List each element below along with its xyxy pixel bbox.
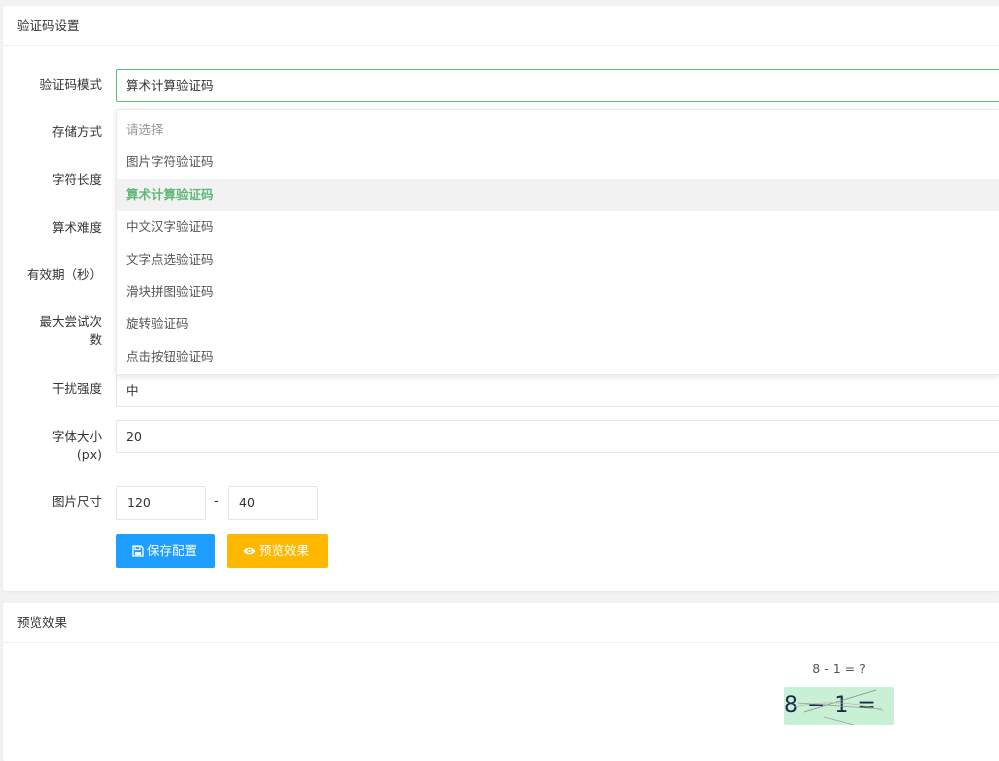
dropdown-option-placeholder[interactable]: 请选择 — [117, 114, 999, 146]
captcha-formula-text: 8 - 1 = ? — [812, 661, 866, 676]
dropdown-option-rotate[interactable]: 旋转验证码 — [117, 308, 999, 340]
font-size-value: 20 — [126, 429, 142, 444]
max-attempts-label-line2: 数 — [89, 332, 102, 347]
dropdown-option-arithmetic[interactable]: 算术计算验证码 — [117, 178, 999, 212]
storage-label: 存储方式 — [51, 124, 102, 139]
captcha-mode-select[interactable]: 算术计算验证码 — [116, 69, 999, 102]
dropdown-option-text-click[interactable]: 文字点选验证码 — [117, 244, 999, 276]
captcha-noise-lines — [793, 689, 885, 725]
image-width-input[interactable]: 120 — [116, 486, 206, 520]
preview-effect-button[interactable]: 预览效果 — [227, 534, 328, 568]
font-size-label-line1: 字体大小 — [51, 429, 102, 444]
save-config-button[interactable]: 保存配置 — [116, 534, 215, 568]
save-config-label: 保存配置 — [147, 543, 198, 558]
ttl-label: 有效期（秒） — [26, 267, 102, 282]
preview-card: 预览效果 8 - 1 = ? 8 − 1 = ? — [3, 603, 999, 761]
font-size-label: 字体大小 (px) — [3, 428, 102, 464]
settings-card-title: 验证码设置 — [3, 6, 999, 46]
noise-label: 干扰强度 — [51, 381, 102, 396]
dropdown-option-chinese[interactable]: 中文汉字验证码 — [117, 211, 999, 243]
dropdown-option-click-button[interactable]: 点击按钮验证码 — [117, 341, 999, 373]
image-height-value: 40 — [239, 495, 255, 510]
dropdown-option-slider-puzzle[interactable]: 滑块拼图验证码 — [117, 276, 999, 308]
font-size-input[interactable]: 20 — [116, 420, 999, 453]
image-size-label: 图片尺寸 — [51, 494, 102, 509]
difficulty-label: 算术难度 — [51, 220, 102, 235]
noise-select[interactable]: 中 — [116, 374, 999, 407]
floppy-disk-icon — [132, 545, 144, 557]
font-size-label-line2: (px) — [76, 447, 102, 462]
eye-icon — [243, 547, 256, 555]
image-size-separator: - — [214, 494, 219, 509]
captcha-image[interactable]: 8 − 1 = ? — [784, 687, 894, 725]
dropdown-option-image-char[interactable]: 图片字符验证码 — [117, 146, 999, 178]
max-attempts-label: 最大尝试次 数 — [3, 313, 102, 349]
captcha-settings-card: 验证码设置 验证码模式 算术计算验证码 存储方式 字符长度 算术难度 有效期（秒… — [3, 6, 999, 591]
max-attempts-label-line1: 最大尝试次 — [39, 314, 102, 329]
image-height-input[interactable]: 40 — [228, 486, 318, 520]
preview-effect-label: 预览效果 — [259, 543, 310, 558]
preview-card-title: 预览效果 — [3, 603, 999, 643]
length-label: 字符长度 — [51, 172, 102, 187]
noise-value: 中 — [126, 383, 139, 398]
captcha-mode-value: 算术计算验证码 — [126, 78, 214, 93]
mode-label: 验证码模式 — [39, 77, 102, 92]
image-width-value: 120 — [127, 495, 151, 510]
captcha-mode-dropdown: 请选择 图片字符验证码 算术计算验证码 中文汉字验证码 文字点选验证码 滑块拼图… — [116, 109, 999, 375]
